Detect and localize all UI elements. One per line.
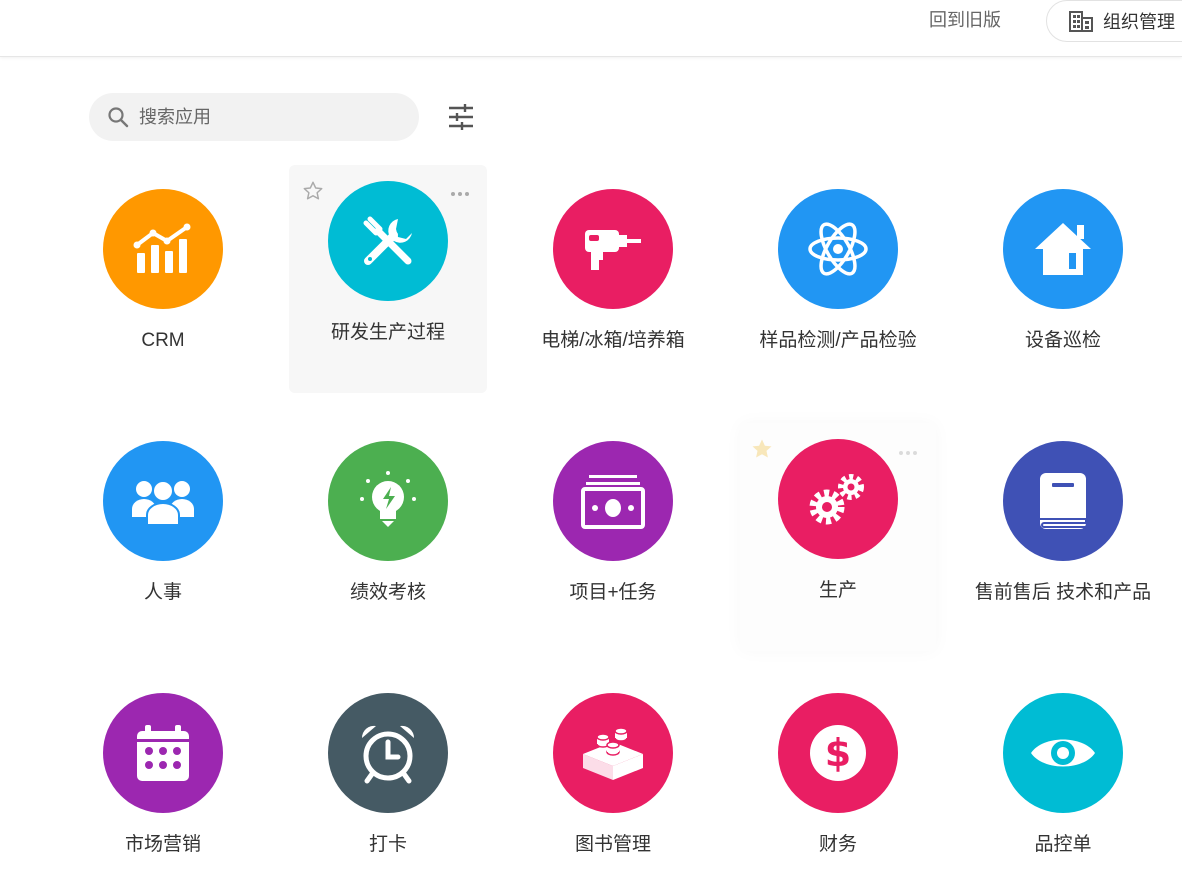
drill-icon — [585, 230, 641, 270]
tools-icon — [363, 216, 412, 265]
home-icon — [1035, 223, 1091, 275]
dollar-icon: $ — [810, 725, 866, 781]
app-icon-circle — [553, 441, 673, 561]
app-icon-circle — [328, 441, 448, 561]
gears-icon — [809, 474, 864, 525]
app-icon-circle — [553, 189, 673, 309]
app-name: 绩效考核 — [349, 582, 426, 603]
app-icon-circle — [1003, 693, 1123, 813]
app-tile[interactable]: CRM — [64, 189, 262, 354]
blocks-icon — [583, 727, 643, 780]
chart-icon — [133, 223, 191, 273]
app-tile[interactable]: 生产 — [739, 439, 937, 604]
app-tile[interactable]: 售前售后 技术和产品 — [964, 441, 1162, 606]
app-icon-circle — [778, 439, 898, 559]
app-icon-circle — [103, 189, 223, 309]
app-tile[interactable]: 打卡 — [289, 693, 487, 858]
filter-settings-button[interactable] — [447, 103, 475, 131]
app-icon-circle: $ — [778, 693, 898, 813]
building-icon — [1069, 11, 1093, 32]
app-name: 售前售后 技术和产品 — [974, 582, 1152, 603]
app-name: 样品检测/产品检验 — [759, 330, 917, 351]
top-bar: 回到旧版 组织管理 — [0, 0, 1182, 57]
app-icon-circle — [328, 181, 448, 301]
app-name: 人事 — [143, 582, 182, 603]
calendar-icon — [137, 725, 189, 781]
app-tile[interactable]: 设备巡检 — [964, 189, 1162, 354]
app-name: 项目+任务 — [569, 582, 657, 603]
back-to-old-version-link[interactable]: 回到旧版 — [929, 8, 1001, 32]
app-name: 打卡 — [368, 834, 407, 855]
money-icon — [581, 475, 645, 529]
book-icon — [1040, 473, 1087, 529]
app-tile[interactable]: 电梯/冰箱/培养箱 — [514, 189, 712, 354]
app-tile[interactable]: $ 财务 — [739, 693, 937, 858]
atom-icon — [808, 222, 868, 276]
app-tile[interactable]: 研发生产过程 — [289, 181, 487, 346]
app-icon-circle — [328, 693, 448, 813]
org-management-label: 组织管理 — [1103, 12, 1175, 32]
app-tile[interactable]: 样品检测/产品检验 — [739, 189, 937, 354]
app-name: 图书管理 — [574, 834, 651, 855]
app-name: CRM — [141, 330, 185, 351]
app-icon-circle — [1003, 441, 1123, 561]
app-tile[interactable]: 绩效考核 — [289, 441, 487, 606]
app-name: 研发生产过程 — [330, 322, 445, 343]
app-tile[interactable]: 人事 — [64, 441, 262, 606]
app-icon-circle — [103, 441, 223, 561]
app-name: 品控单 — [1034, 834, 1092, 855]
search-icon — [108, 107, 129, 128]
search-box[interactable] — [89, 93, 419, 141]
app-name: 生产 — [818, 580, 857, 601]
app-icon-circle — [778, 189, 898, 309]
app-tile[interactable]: 项目+任务 — [514, 441, 712, 606]
svg-text:$: $ — [825, 731, 851, 775]
lightbulb-icon — [360, 471, 416, 527]
people-icon — [132, 480, 194, 526]
search-input[interactable] — [137, 105, 401, 129]
app-name: 市场营销 — [124, 834, 201, 855]
app-tile[interactable]: 市场营销 — [64, 693, 262, 858]
app-name: 财务 — [818, 834, 857, 855]
app-icon-circle — [1003, 189, 1123, 309]
app-tile[interactable]: 品控单 — [964, 693, 1162, 858]
alarm-clock-icon — [361, 725, 415, 784]
app-tile[interactable]: 图书管理 — [514, 693, 712, 858]
sliders-icon — [449, 104, 473, 130]
app-icon-circle — [553, 693, 673, 813]
app-name: 电梯/冰箱/培养箱 — [541, 330, 685, 351]
app-icon-circle — [103, 693, 223, 813]
eye-icon — [1031, 739, 1095, 767]
org-management-button[interactable]: 组织管理 — [1046, 0, 1182, 42]
app-name: 设备巡检 — [1024, 330, 1101, 351]
